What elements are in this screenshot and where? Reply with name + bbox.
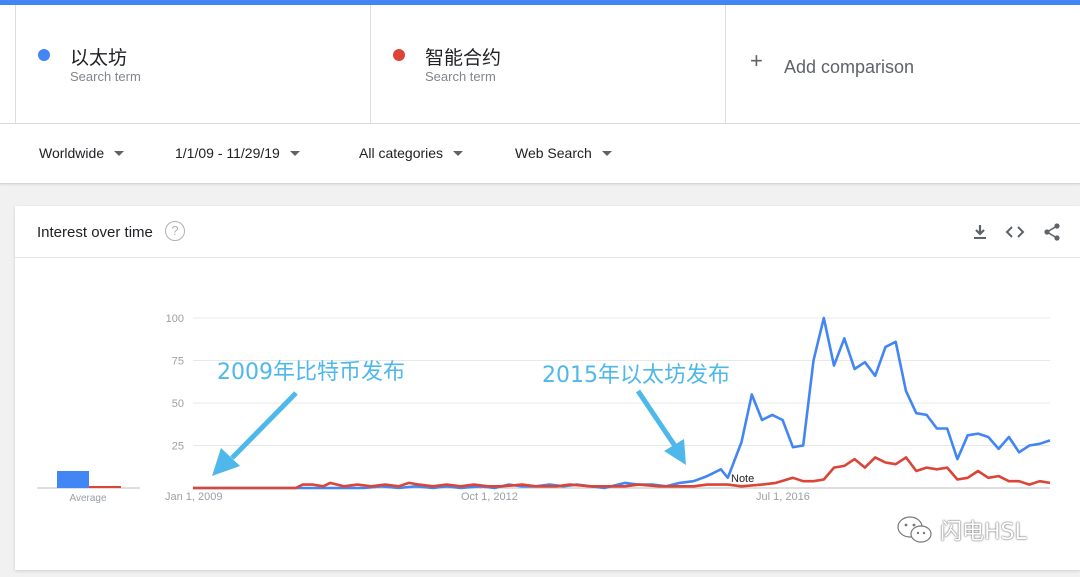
arrow-bitcoin [212,391,298,476]
wechat-icon [897,516,932,543]
annotation-arrows [212,389,686,476]
watermark: 闪电HSL [940,520,1027,545]
arrow-ethereum [635,389,686,465]
